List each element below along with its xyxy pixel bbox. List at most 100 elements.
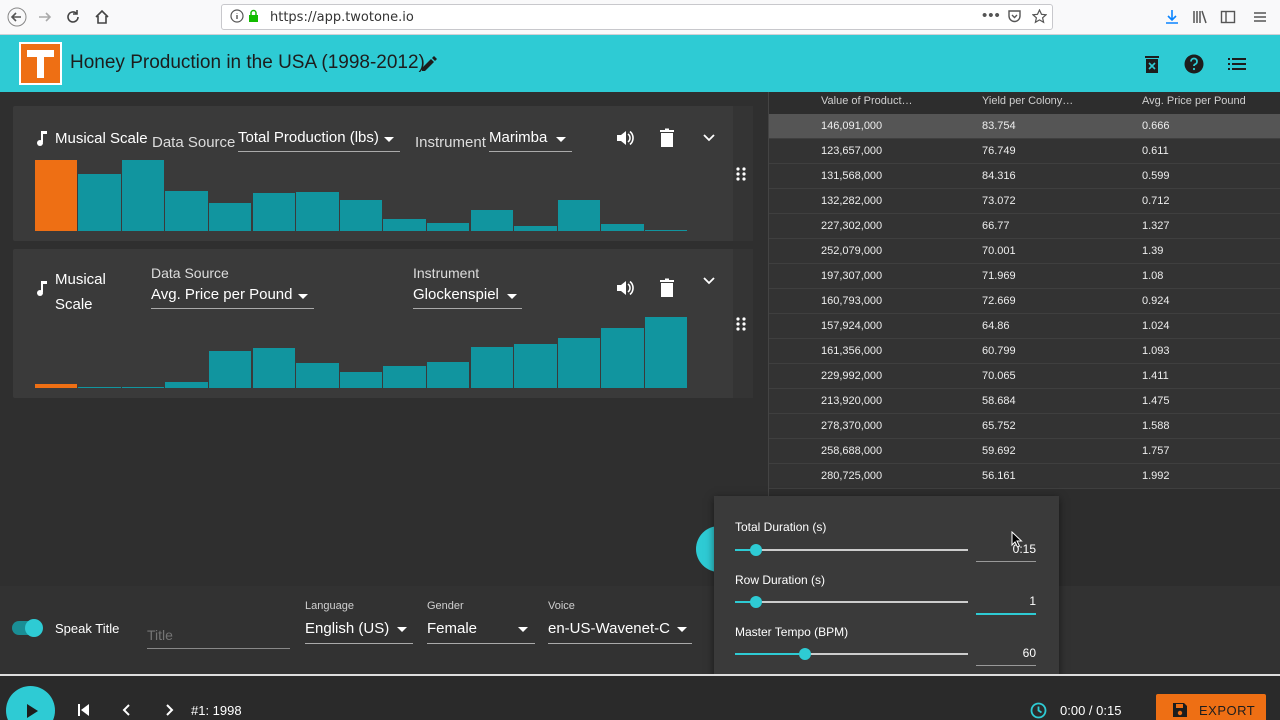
slider-knob[interactable] [749, 596, 762, 608]
data-source-select[interactable]: Total Production (lbs) [238, 129, 400, 152]
table-cell: 197,307,000 [821, 270, 883, 282]
table-cell: 64.86 [982, 320, 1010, 332]
table-cell: 0.599 [1142, 170, 1170, 182]
row-duration-label: Row Duration (s) [735, 573, 826, 587]
table-cell: 73.072 [982, 195, 1016, 207]
home-icon[interactable] [91, 6, 113, 28]
table-row[interactable]: 227,302,000 66.77 1.327 [769, 214, 1280, 239]
data-source-label: Data Source [151, 265, 229, 281]
table-cell: 1.992 [1142, 470, 1170, 482]
title-input[interactable] [147, 621, 290, 649]
volume-icon[interactable] [615, 278, 635, 298]
voice-select[interactable]: en-US-Wavenet-C [548, 620, 692, 644]
slider-knob[interactable] [749, 544, 762, 556]
url-bar[interactable]: https://app.twotone.io ••• [221, 4, 1053, 30]
tempo-label: Master Tempo (BPM) [735, 625, 849, 639]
tempo-input[interactable]: 60 [976, 646, 1036, 666]
expand-icon[interactable] [702, 273, 722, 293]
language-select[interactable]: English (US) [305, 620, 413, 644]
track-bar [296, 363, 339, 388]
track-bar [208, 203, 252, 231]
speak-title-toggle-knob[interactable] [25, 619, 43, 637]
table-cell: 0.712 [1142, 195, 1170, 207]
table-cell: 1.411 [1142, 370, 1169, 382]
volume-icon[interactable] [615, 128, 635, 148]
gender-label: Gender [427, 600, 464, 612]
back-icon[interactable] [6, 6, 28, 28]
slider-knob[interactable] [798, 648, 811, 660]
table-row[interactable]: 197,307,000 71.969 1.08 [769, 264, 1280, 289]
page-actions-icon[interactable]: ••• [982, 7, 1001, 24]
total-duration-input[interactable]: 0:15 [976, 542, 1036, 562]
table-cell: 157,924,000 [821, 320, 883, 332]
table-row[interactable]: 278,370,000 65.752 1.588 [769, 414, 1280, 439]
table-row[interactable]: 161,356,000 60.799 1.093 [769, 339, 1280, 364]
track-bar [296, 191, 339, 231]
table-row[interactable]: 229,992,000 70.065 1.411 [769, 364, 1280, 389]
table-cell: 213,920,000 [821, 395, 883, 407]
table-cell: 70.065 [982, 370, 1016, 382]
twotone-logo [19, 42, 62, 85]
table-cell: 0.611 [1142, 145, 1169, 157]
column-header[interactable]: Avg. Price per Pound [1142, 95, 1246, 107]
delete-track-icon[interactable] [659, 128, 679, 148]
delete-all-icon[interactable] [1140, 52, 1164, 76]
track-bar [165, 382, 208, 388]
chevron-down-icon [677, 627, 687, 632]
row-duration-input[interactable]: 1 [976, 594, 1036, 615]
forward-icon[interactable] [34, 6, 56, 28]
table-cell: 56.161 [982, 470, 1016, 482]
track-type-label: Musical Scale [55, 130, 148, 147]
drag-handle-icon[interactable] [736, 166, 756, 186]
drag-handle-icon[interactable] [736, 316, 756, 336]
total-duration-slider[interactable] [735, 549, 968, 551]
export-button[interactable]: EXPORT [1156, 694, 1266, 720]
library-icon[interactable] [1190, 7, 1210, 27]
track-bar [34, 160, 78, 231]
row-duration-slider[interactable] [735, 601, 968, 603]
edit-title-icon[interactable] [418, 53, 440, 75]
help-icon[interactable] [1182, 52, 1206, 76]
track-type-label: Musical Scale [55, 271, 106, 313]
column-header[interactable]: Yield per Colony… [982, 95, 1073, 107]
tempo-timer-icon[interactable] [1030, 702, 1047, 719]
reload-icon[interactable] [62, 6, 84, 28]
chevron-down-icon [384, 137, 394, 142]
track-bar [601, 223, 644, 231]
download-icon[interactable] [1162, 7, 1182, 27]
table-cell: 161,356,000 [821, 345, 883, 357]
table-row[interactable]: 258,688,000 59.692 1.757 [769, 439, 1280, 464]
instrument-select[interactable]: Glockenspiel [413, 286, 522, 309]
delete-track-icon[interactable] [659, 278, 679, 298]
track-bar [252, 193, 296, 231]
column-header[interactable]: Value of Product… [821, 95, 913, 107]
table-row[interactable]: 252,079,000 70.001 1.39 [769, 239, 1280, 264]
previous-row-icon[interactable] [119, 702, 135, 718]
sidebar-icon[interactable] [1218, 7, 1238, 27]
table-row[interactable]: 132,282,000 73.072 0.712 [769, 189, 1280, 214]
skip-to-start-icon[interactable] [76, 702, 92, 718]
table-row[interactable]: 146,091,000 83.754 0.666 [769, 114, 1280, 139]
table-row[interactable]: 160,793,000 72.669 0.924 [769, 289, 1280, 314]
track-bar [165, 190, 208, 231]
next-row-icon[interactable] [161, 702, 177, 718]
menu-icon[interactable] [1250, 7, 1270, 27]
save-icon [1173, 703, 1187, 717]
gender-select[interactable]: Female [427, 620, 535, 644]
table-cell: 1.757 [1142, 445, 1170, 457]
speak-title-label: Speak Title [55, 621, 120, 636]
data-source-select[interactable]: Avg. Price per Pound [151, 286, 314, 309]
bookmark-star-icon[interactable] [1031, 8, 1048, 27]
table-row[interactable]: 280,725,000 56.161 1.992 [769, 464, 1280, 489]
info-icon[interactable] [230, 9, 244, 26]
total-duration-label: Total Duration (s) [735, 520, 827, 534]
table-row[interactable]: 213,920,000 58.684 1.475 [769, 389, 1280, 414]
table-cell: 60.799 [982, 345, 1016, 357]
table-row[interactable]: 123,657,000 76.749 0.611 [769, 139, 1280, 164]
table-row[interactable]: 131,568,000 84.316 0.599 [769, 164, 1280, 189]
slider-fill [735, 653, 805, 655]
list-view-icon[interactable] [1225, 52, 1249, 76]
expand-icon[interactable] [702, 130, 722, 150]
pocket-icon[interactable] [1007, 9, 1022, 27]
table-row[interactable]: 157,924,000 64.86 1.024 [769, 314, 1280, 339]
